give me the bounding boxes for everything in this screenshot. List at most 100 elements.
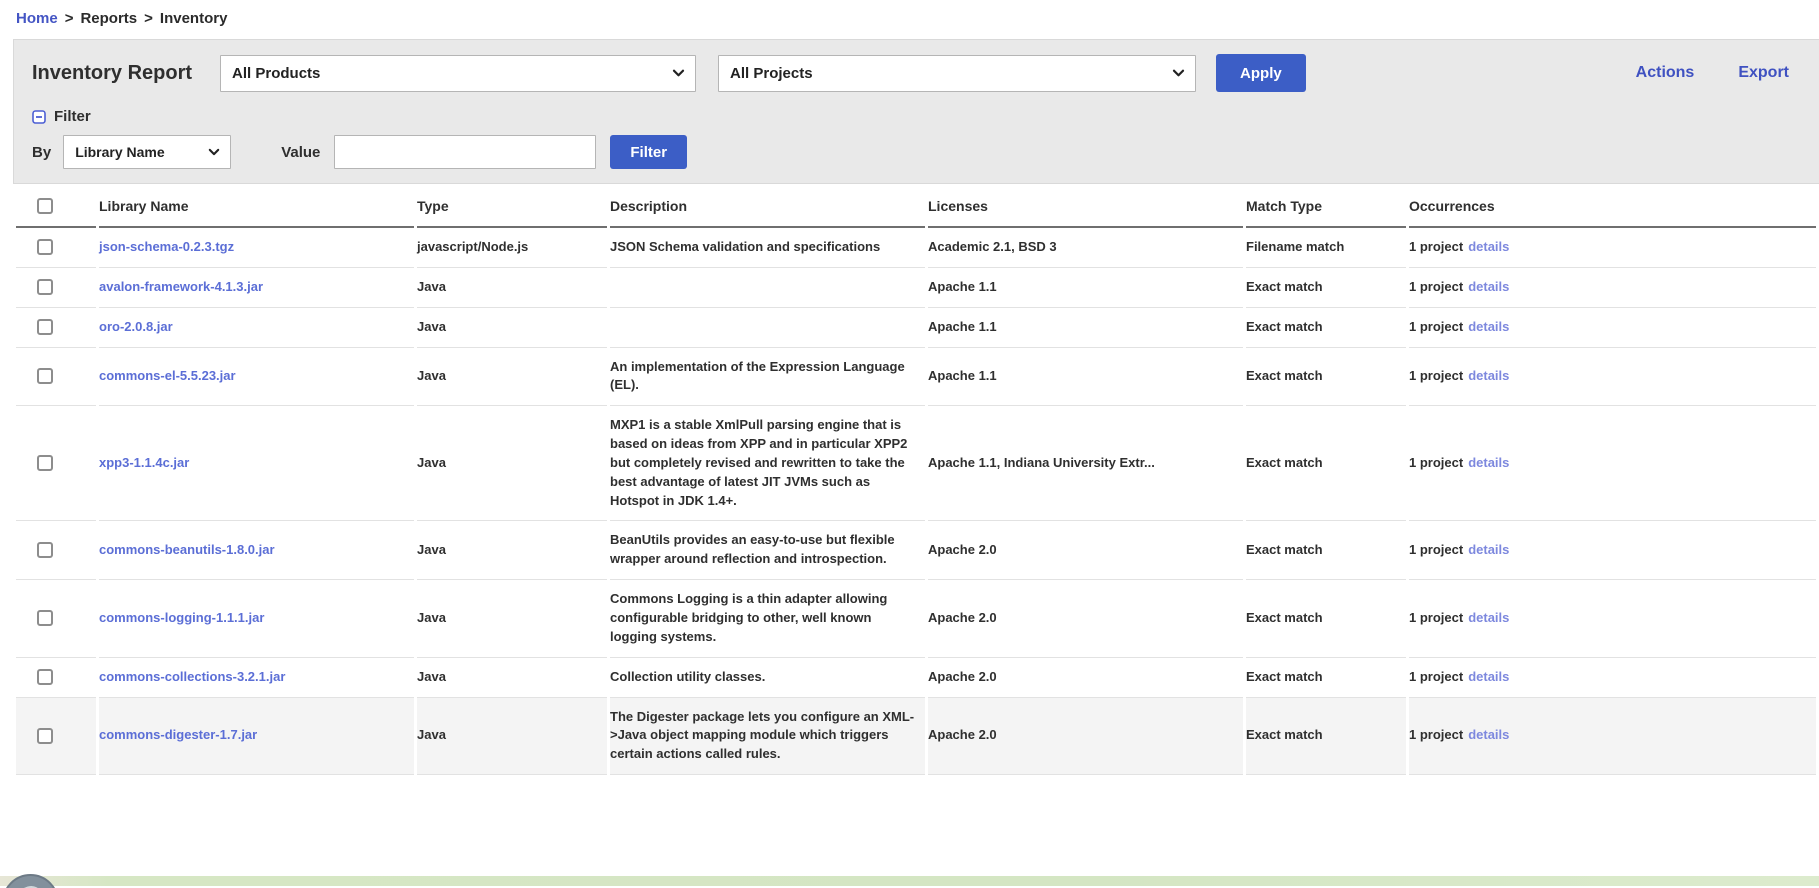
row-checkbox[interactable] <box>37 368 53 384</box>
occurrences-cell: 1 project details <box>1409 698 1816 776</box>
breadcrumb-separator: > <box>144 10 153 27</box>
library-link[interactable]: avalon-framework-4.1.3.jar <box>99 279 263 294</box>
licenses-cell: Academic 2.1, BSD 3 <box>928 228 1243 268</box>
description-cell <box>610 308 925 348</box>
occurrences-cell: 1 projectdetails <box>1409 580 1816 658</box>
library-link[interactable]: xpp3-1.1.4c.jar <box>99 455 189 470</box>
occurrences-count: 1 project <box>1409 455 1463 470</box>
column-header-licenses: Licenses <box>928 184 1243 228</box>
details-link[interactable]: details <box>1468 368 1509 383</box>
description-cell: An implementation of the Expression Lang… <box>610 348 925 407</box>
description-cell: BeanUtils provides an easy-to-use but fl… <box>610 521 925 580</box>
library-link[interactable]: oro-2.0.8.jar <box>99 319 173 334</box>
filter-value-input[interactable] <box>334 135 596 169</box>
type-cell: Java <box>417 658 607 698</box>
type-cell: Java <box>417 268 607 308</box>
type-cell: Java <box>417 406 607 521</box>
row-checkbox[interactable] <box>37 279 53 295</box>
table-row: xpp3-1.1.4c.jar JavaMXP1 is a stable XmlP… <box>16 406 1816 521</box>
inventory-table: Library Name Type Description Licenses M… <box>13 184 1819 775</box>
details-link[interactable]: details <box>1468 542 1509 557</box>
filter-value-label: Value <box>281 144 320 161</box>
breadcrumb-current: Inventory <box>160 10 228 27</box>
match-type-cell: Exact match <box>1246 268 1406 308</box>
licenses-cell: Apache 1.1 <box>928 308 1243 348</box>
select-all-checkbox[interactable] <box>37 198 53 214</box>
filter-collapse-icon[interactable] <box>32 110 46 124</box>
table-body: json-schema-0.2.3.tgzjavascript/Node.jsJ… <box>16 228 1816 775</box>
row-checkbox[interactable] <box>37 728 53 744</box>
column-header-type: Type <box>417 184 607 228</box>
occurrences-count: 1 project <box>1409 279 1463 294</box>
occurrences-cell: 1 projectdetails <box>1409 348 1816 407</box>
details-link[interactable]: details <box>1468 455 1509 470</box>
row-checkbox[interactable] <box>37 455 53 471</box>
occurrences-count: 1 project <box>1409 727 1463 742</box>
details-link[interactable]: details <box>1468 279 1509 294</box>
occurrences-count: 1 project <box>1409 319 1463 334</box>
match-type-cell: Exact match <box>1246 521 1406 580</box>
library-link[interactable]: json-schema-0.2.3.tgz <box>99 239 234 254</box>
table-row: avalon-framework-4.1.3.jar Java Apache 1.1… <box>16 268 1816 308</box>
type-cell: Java <box>417 521 607 580</box>
table-row: commons-collections-3.2.1.jar JavaCollect… <box>16 658 1816 698</box>
match-type-cell: Exact match <box>1246 406 1406 521</box>
occurrences-count: 1 project <box>1409 239 1463 254</box>
row-checkbox[interactable] <box>37 319 53 335</box>
licenses-cell: Apache 1.1, Indiana University Extr... <box>928 406 1243 521</box>
report-toolbar-panel: Inventory Report All Products All Projec… <box>13 39 1819 184</box>
occurrences-cell: 1 project details <box>1409 658 1816 698</box>
library-link[interactable]: commons-el-5.5.23.jar <box>99 368 236 383</box>
filter-section-title: Filter <box>54 108 91 125</box>
table-row: commons-logging-1.1.1.jarJavaCommons Log… <box>16 580 1816 658</box>
product-filter-select[interactable]: All Products <box>220 55 696 92</box>
match-type-cell: Exact match <box>1246 580 1406 658</box>
floating-widget-glyph <box>14 882 47 888</box>
type-cell: Java <box>417 698 607 776</box>
details-link[interactable]: details <box>1468 727 1509 742</box>
description-cell: MXP1 is a stable XmlPull parsing engine … <box>610 406 925 521</box>
licenses-cell: Apache 2.0 <box>928 658 1243 698</box>
licenses-cell: Apache 1.1 <box>928 268 1243 308</box>
details-link[interactable]: details <box>1468 669 1509 684</box>
description-cell: Commons Logging is a thin adapter allowi… <box>610 580 925 658</box>
type-cell: Java <box>417 348 607 407</box>
table-row: oro-2.0.8.jar Java Apache 1.1Exact match1 … <box>16 308 1816 348</box>
breadcrumb: Home>Reports>Inventory <box>0 0 1819 27</box>
row-checkbox[interactable] <box>37 239 53 255</box>
row-checkbox[interactable] <box>37 669 53 685</box>
row-checkbox[interactable] <box>37 542 53 558</box>
breadcrumb-home-link[interactable]: Home <box>16 10 58 27</box>
library-link[interactable]: commons-beanutils-1.8.0.jar <box>99 542 275 557</box>
table-row: commons-beanutils-1.8.0.jar JavaBeanUtils… <box>16 521 1816 580</box>
export-link[interactable]: Export <box>1738 64 1789 82</box>
library-link[interactable]: commons-logging-1.1.1.jar <box>99 610 264 625</box>
row-checkbox[interactable] <box>37 610 53 626</box>
match-type-cell: Exact match <box>1246 698 1406 776</box>
match-type-cell: Exact match <box>1246 308 1406 348</box>
library-link[interactable]: commons-collections-3.2.1.jar <box>99 669 285 684</box>
occurrences-cell: 1 project details <box>1409 308 1816 348</box>
filter-button[interactable]: Filter <box>610 135 687 169</box>
apply-button[interactable]: Apply <box>1216 54 1306 92</box>
occurrences-cell: 1 project details <box>1409 268 1816 308</box>
filter-by-select[interactable]: Library Name <box>63 135 231 169</box>
type-cell: Java <box>417 308 607 348</box>
occurrences-count: 1 project <box>1409 669 1463 684</box>
details-link[interactable]: details <box>1468 319 1509 334</box>
table-row: json-schema-0.2.3.tgzjavascript/Node.jsJ… <box>16 228 1816 268</box>
breadcrumb-reports: Reports <box>80 10 137 27</box>
screen-share-bar <box>0 876 1819 886</box>
licenses-cell: Apache 2.0 <box>928 580 1243 658</box>
description-cell: Collection utility classes. <box>610 658 925 698</box>
details-link[interactable]: details <box>1468 610 1509 625</box>
page-title: Inventory Report <box>32 62 192 85</box>
library-link[interactable]: commons-digester-1.7.jar <box>99 727 257 742</box>
actions-link[interactable]: Actions <box>1636 64 1695 82</box>
licenses-cell: Apache 2.0 <box>928 698 1243 776</box>
occurrences-cell: 1 project details <box>1409 406 1816 521</box>
licenses-cell: Apache 2.0 <box>928 521 1243 580</box>
details-link[interactable]: details <box>1468 239 1509 254</box>
project-filter-select[interactable]: All Projects <box>718 55 1196 92</box>
occurrences-cell: 1 projectdetails <box>1409 521 1816 580</box>
